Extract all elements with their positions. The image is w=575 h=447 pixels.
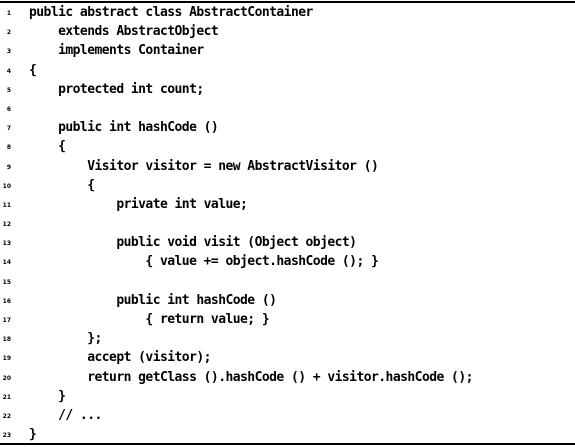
code-line: 14 { value += object.hashCode (); } xyxy=(0,252,575,271)
code-listing-figure: 1 public abstract class AbstractContainer… xyxy=(0,0,575,447)
code-line: 2 extends AbstractObject xyxy=(0,22,575,41)
code-line: 15 xyxy=(0,272,575,291)
code-line: 21 } xyxy=(0,387,575,406)
line-code: // ... xyxy=(29,407,102,423)
line-code: }; xyxy=(29,331,102,347)
code-line: 22 // ... xyxy=(0,406,575,425)
line-number: 9 xyxy=(6,163,11,171)
line-number: 10 xyxy=(2,182,11,190)
code-line: 20 return getClass ().hashCode () + visi… xyxy=(0,368,575,387)
line-code: implements Container xyxy=(29,43,204,59)
line-code: private int value; xyxy=(29,196,248,212)
code-line: 9 Visitor visitor = new AbstractVisitor … xyxy=(0,157,575,176)
line-number: 3 xyxy=(6,48,11,56)
code-line: 23} xyxy=(0,425,575,444)
line-number: 8 xyxy=(6,144,11,152)
line-code: public int hashCode () xyxy=(29,292,277,308)
line-code: return getClass ().hashCode () + visitor… xyxy=(29,369,473,385)
line-number: 2 xyxy=(6,29,11,37)
line-number: 6 xyxy=(6,105,11,113)
line-code: { xyxy=(29,177,95,193)
line-number: 21 xyxy=(2,393,11,401)
line-number: 13 xyxy=(2,240,11,248)
code-line: 12 xyxy=(0,214,575,233)
code-line: 19 accept (visitor); xyxy=(0,348,575,367)
code-line: 5 protected int count; xyxy=(0,80,575,99)
line-code: } xyxy=(29,388,66,404)
line-code: { value += object.hashCode (); } xyxy=(29,254,379,270)
line-code: Visitor visitor = new AbstractVisitor () xyxy=(29,158,379,174)
line-number: 22 xyxy=(2,412,11,420)
line-number: 1 xyxy=(6,10,11,17)
line-number: 17 xyxy=(2,317,11,324)
code-line: 17 { return value; } xyxy=(0,310,575,329)
line-code: public void visit (Object object) xyxy=(29,235,357,251)
line-number: 11 xyxy=(2,201,11,209)
line-number: 15 xyxy=(2,278,11,286)
line-code: public int hashCode () xyxy=(29,120,219,136)
code-line: 7 public int hashCode () xyxy=(0,118,575,137)
line-number: 14 xyxy=(2,259,11,267)
code-line: 10 { xyxy=(0,176,575,195)
bottom-rule xyxy=(0,443,575,445)
line-number: 16 xyxy=(2,297,11,305)
code-line: 13 public void visit (Object object) xyxy=(0,233,575,252)
code-line: 16 public int hashCode () xyxy=(0,291,575,310)
line-number: 4 xyxy=(6,67,11,75)
code-listing: 1 public abstract class AbstractContainer… xyxy=(0,3,575,444)
line-number: 19 xyxy=(2,355,11,363)
line-number: 20 xyxy=(2,374,11,382)
line-code: extends AbstractObject xyxy=(29,24,219,40)
line-code: { return value; } xyxy=(29,312,270,327)
line-code: { xyxy=(29,62,37,78)
line-code: accept (visitor); xyxy=(29,350,211,366)
line-number: 5 xyxy=(6,86,11,94)
code-line: 1 public abstract class AbstractContainer xyxy=(0,3,575,22)
line-code: protected int count; xyxy=(29,81,204,97)
code-line: 4{ xyxy=(0,61,575,80)
line-code: } xyxy=(29,427,37,443)
code-line: 18 }; xyxy=(0,329,575,348)
code-line: 6 xyxy=(0,99,575,118)
code-line: 11 private int value; xyxy=(0,195,575,214)
line-code: { xyxy=(29,139,66,155)
code-line: 3 implements Container xyxy=(0,41,575,60)
line-number: 7 xyxy=(6,125,11,133)
line-code: public abstract class AbstractContainer xyxy=(29,5,313,20)
line-number: 12 xyxy=(2,221,11,229)
line-number: 18 xyxy=(2,336,11,344)
code-line: 8 { xyxy=(0,137,575,156)
